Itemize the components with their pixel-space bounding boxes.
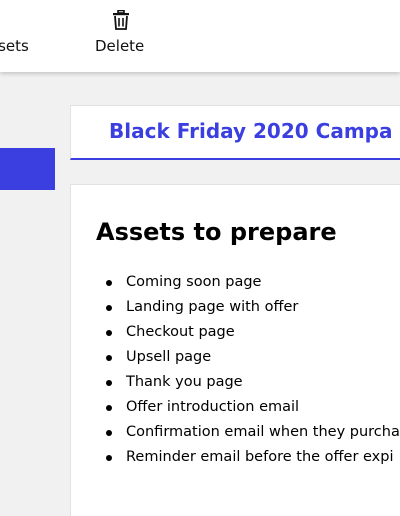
list-item: Confirmation email when they purcha	[106, 420, 400, 445]
page-title: Black Friday 2020 Campa	[109, 119, 393, 143]
list-item: Offer introduction email	[106, 395, 400, 420]
list-item: Landing page with offer	[106, 295, 400, 320]
page-title-card: Black Friday 2020 Campa	[70, 105, 400, 160]
list-item: Upsell page	[106, 345, 400, 370]
list-item: Thank you page	[106, 370, 400, 395]
sidebar-active-item[interactable]	[0, 148, 55, 190]
asset-list: Coming soon page Landing page with offer…	[106, 270, 400, 470]
assets-button-label: Assets	[0, 37, 29, 55]
list-item: Reminder email before the offer expi	[106, 445, 400, 470]
toolbar: Assets Delete	[0, 0, 400, 72]
delete-button[interactable]: Delete	[95, 0, 151, 72]
list-item: Coming soon page	[106, 270, 400, 295]
content-card: Assets to prepare Coming soon page Landi…	[70, 184, 400, 516]
list-item: Checkout page	[106, 320, 400, 345]
delete-button-label: Delete	[95, 37, 145, 55]
content-heading: Assets to prepare	[96, 218, 337, 246]
trash-icon	[112, 9, 130, 30]
